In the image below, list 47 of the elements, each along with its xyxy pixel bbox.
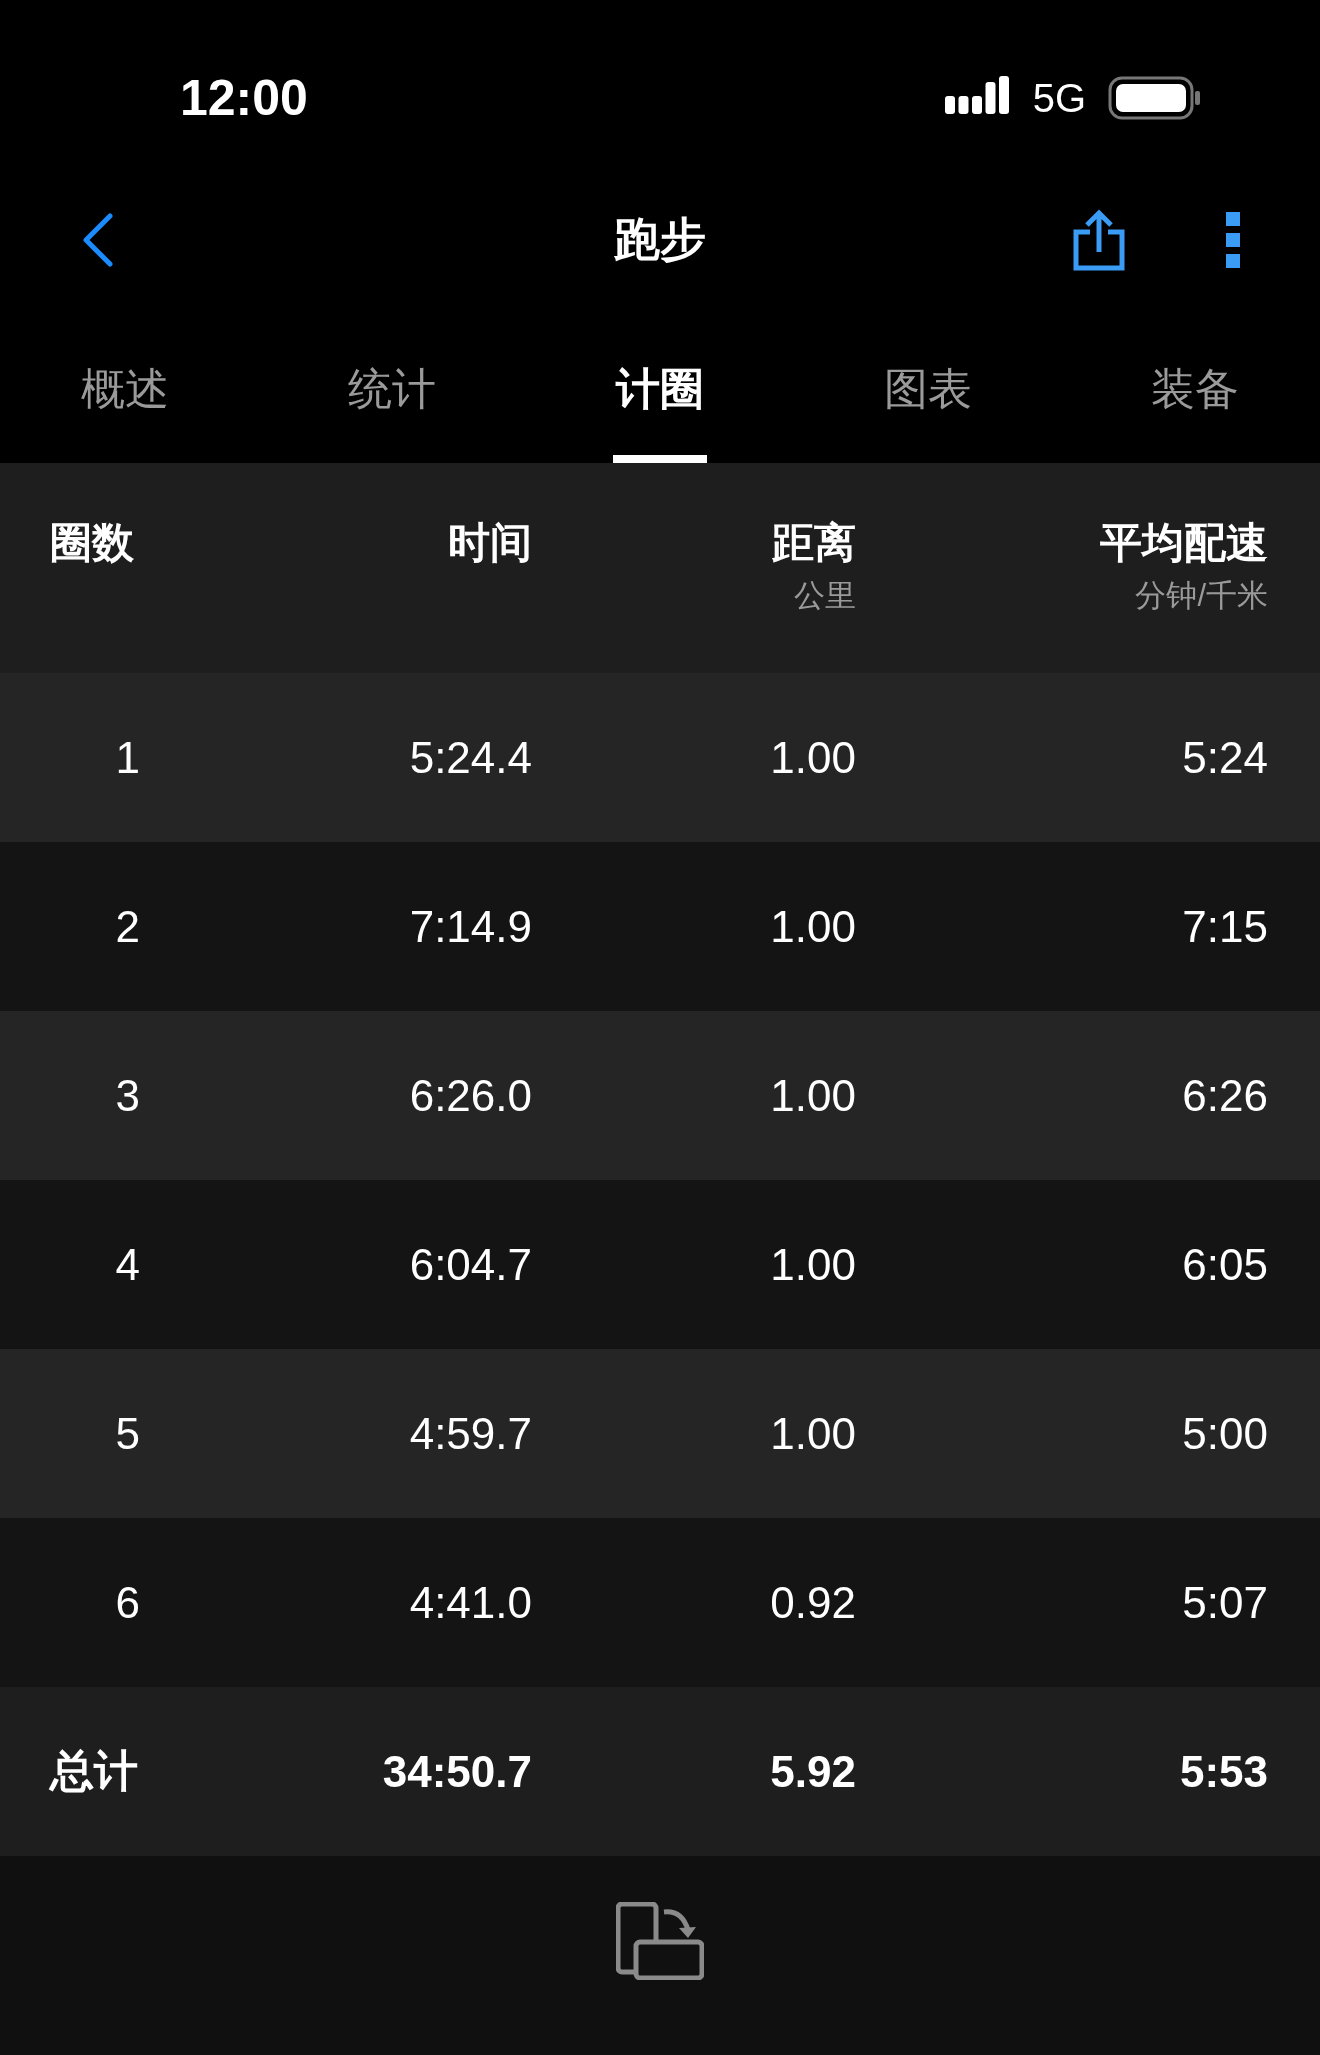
table-cell-text: 2 <box>114 901 140 952</box>
table-cell-text: 1 <box>114 732 140 783</box>
table-cell-text: 6:04.7 <box>408 1239 532 1290</box>
column-unit: 分钟/千米 <box>1134 577 1268 615</box>
table-cell-text: 1.00 <box>769 1070 856 1121</box>
battery-icon <box>1108 76 1202 120</box>
table-cell-text: 6:26.0 <box>408 1070 532 1121</box>
table-cell-text: 总计 <box>50 1745 139 1797</box>
table-cell-text: 4:41.0 <box>408 1577 532 1628</box>
table-cell-text: 0.92 <box>769 1577 856 1628</box>
share-button[interactable] <box>1072 208 1126 272</box>
table-cell-text: 1.00 <box>769 1408 856 1459</box>
column-header: 距离 <box>771 518 856 568</box>
table-cell-text: 1.00 <box>769 732 856 783</box>
rotate-screen-icon[interactable] <box>616 1902 704 1980</box>
table-cell-text: 5:24.4 <box>408 732 532 783</box>
table-cell-text: 7:15 <box>1181 901 1268 952</box>
table-cell-text: 5:24 <box>1181 732 1268 783</box>
table-cell-text: 1.00 <box>769 1239 856 1290</box>
column-header: 平均配速 <box>1099 518 1268 568</box>
more-button[interactable] <box>1226 212 1240 268</box>
table-cell-text: 5:00 <box>1181 1408 1268 1459</box>
table-cell-text: 6 <box>114 1577 140 1628</box>
table-cell-text: 5:53 <box>1178 1746 1268 1797</box>
table-cell-text: 1.00 <box>769 901 856 952</box>
table-cell-text: 4:59.7 <box>408 1408 532 1459</box>
table-cell-text: 5 <box>114 1408 140 1459</box>
network-type: 5G <box>1032 75 1086 121</box>
column-unit: 公里 <box>793 577 856 615</box>
tab[interactable]: 统计 <box>258 290 527 463</box>
tab[interactable]: 装备 <box>1061 290 1320 463</box>
status-time: 12:00 <box>180 70 308 126</box>
table-cell-text: 7:14.9 <box>408 901 532 952</box>
table-cell-text: 5:07 <box>1181 1577 1268 1628</box>
table-cell-text: 34:50.7 <box>381 1746 532 1797</box>
column-header: 圈数 <box>50 518 135 568</box>
table-cell-text: 6:26 <box>1181 1070 1268 1121</box>
table-cell-text: 6:05 <box>1181 1239 1268 1290</box>
table-cell-text: 3 <box>114 1070 140 1121</box>
column-header: 时间 <box>447 518 532 568</box>
table-cell-text: 4 <box>114 1239 140 1290</box>
tab[interactable]: 计圈 <box>526 290 794 463</box>
table-cell-text: 5.92 <box>769 1746 856 1797</box>
back-button[interactable] <box>80 212 116 268</box>
tab[interactable]: 图表 <box>793 290 1062 463</box>
page-title: 跑步 <box>614 212 706 267</box>
tab[interactable]: 概述 <box>0 290 259 463</box>
